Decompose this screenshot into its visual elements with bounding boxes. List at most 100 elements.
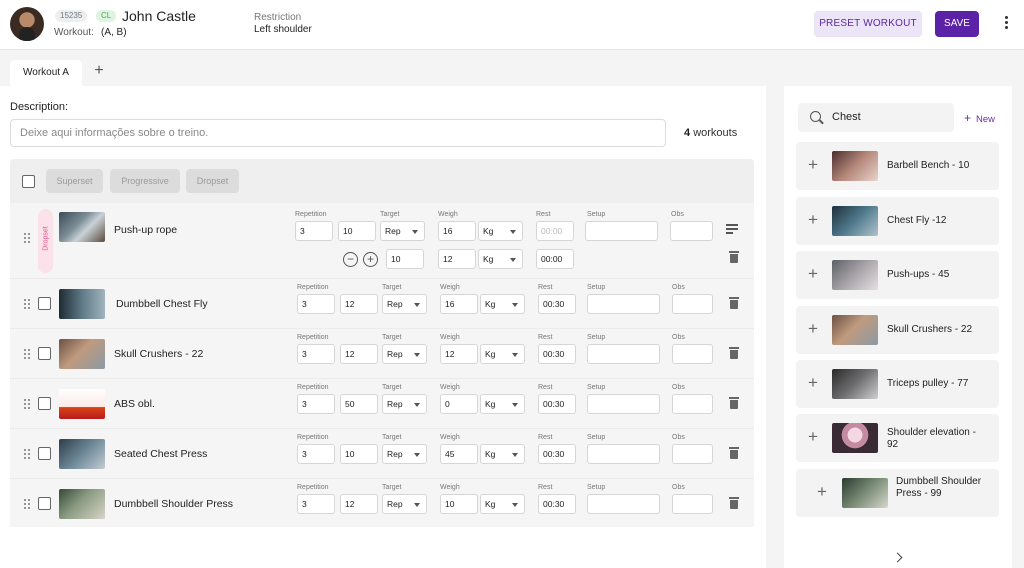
rest-field[interactable]: 00:30 — [538, 444, 576, 464]
row-checkbox[interactable] — [38, 397, 51, 410]
target-select[interactable]: Rep — [382, 344, 427, 364]
add-plus-icon[interactable]: + — [817, 482, 827, 502]
drag-handle-icon[interactable] — [24, 349, 30, 359]
unit-select[interactable]: Kg — [480, 394, 525, 414]
unit-select[interactable]: Kg — [480, 294, 525, 314]
description-input[interactable]: Deixe aqui informações sobre o treino. — [10, 119, 666, 147]
reps-field[interactable]: 12 — [340, 294, 378, 314]
target-select[interactable]: Rep — [382, 394, 427, 414]
sets-field[interactable]: 3 — [297, 494, 335, 514]
row-checkbox[interactable] — [38, 347, 51, 360]
setup-field[interactable] — [587, 444, 660, 464]
drag-handle-icon[interactable] — [24, 299, 30, 309]
sets-field[interactable]: 3 — [297, 294, 335, 314]
add-plus-icon[interactable]: + — [808, 373, 818, 393]
drag-handle-icon[interactable] — [24, 449, 30, 459]
rest-field[interactable]: 00:30 — [538, 494, 576, 514]
kebab-menu-icon[interactable] — [999, 15, 1013, 33]
row-checkbox[interactable] — [38, 447, 51, 460]
drop-rest-field[interactable]: 00:00 — [536, 249, 574, 269]
unit-select[interactable]: Kg — [480, 494, 525, 514]
obs-field[interactable] — [672, 394, 713, 414]
select-all-checkbox[interactable] — [22, 175, 35, 188]
sets-field[interactable]: 3 — [295, 221, 333, 241]
trash-icon[interactable] — [729, 397, 739, 409]
trash-icon[interactable] — [729, 297, 739, 309]
obs-field[interactable] — [670, 221, 713, 241]
add-plus-icon[interactable]: + — [808, 264, 818, 284]
weight-field[interactable]: 10 — [440, 494, 478, 514]
target-select[interactable]: Rep — [382, 444, 427, 464]
target-select[interactable]: Rep — [380, 221, 425, 241]
preset-workout-button[interactable]: PRESET WORKOUT — [814, 11, 922, 37]
target-select[interactable]: Rep — [382, 294, 427, 314]
add-plus-icon[interactable]: + — [808, 155, 818, 175]
weight-field[interactable]: 0 — [440, 394, 478, 414]
weight-field[interactable]: 45 — [440, 444, 478, 464]
client-avatar[interactable] — [10, 7, 44, 41]
remove-drop-icon[interactable]: − — [343, 252, 358, 267]
drop-reps-field[interactable]: 10 — [386, 249, 424, 269]
superset-button[interactable]: Superset — [46, 169, 103, 193]
trash-icon[interactable] — [729, 347, 739, 359]
obs-field[interactable] — [672, 444, 713, 464]
drag-handle-icon[interactable] — [24, 499, 30, 509]
library-search-input[interactable]: Chest — [798, 103, 954, 132]
library-item[interactable]: + Dumbbell Shoulder Press - 99 — [796, 469, 999, 517]
trash-icon[interactable] — [729, 497, 739, 509]
chevron-right-icon[interactable] — [892, 552, 903, 563]
unit-select[interactable]: Kg — [478, 221, 523, 241]
rest-field[interactable]: 00:30 — [538, 394, 576, 414]
new-exercise-button[interactable]: + New — [964, 111, 995, 125]
drag-handle-icon[interactable] — [24, 233, 30, 243]
library-item[interactable]: + Shoulder elevation - 92 — [796, 414, 999, 462]
trash-icon[interactable] — [729, 447, 739, 459]
rest-field[interactable]: 00:30 — [538, 294, 576, 314]
setup-field[interactable] — [587, 394, 660, 414]
trash-icon[interactable] — [729, 251, 739, 263]
clear-dropset-icon[interactable] — [726, 224, 742, 236]
library-item[interactable]: + Chest Fly -12 — [796, 197, 999, 245]
target-select[interactable]: Rep — [382, 494, 427, 514]
obs-field[interactable] — [672, 494, 713, 514]
weight-field[interactable]: 16 — [440, 294, 478, 314]
tab-workout-a[interactable]: Workout A — [10, 60, 82, 86]
drop-weight-field[interactable]: 12 — [438, 249, 476, 269]
drag-handle-icon[interactable] — [24, 399, 30, 409]
weight-field[interactable]: 12 — [440, 344, 478, 364]
add-drop-icon[interactable]: + — [363, 252, 378, 267]
row-checkbox[interactable] — [38, 297, 51, 310]
library-item[interactable]: + Push-ups - 45 — [796, 251, 999, 299]
library-item[interactable]: + Triceps pulley - 77 — [796, 360, 999, 408]
setup-field[interactable] — [587, 294, 660, 314]
reps-field[interactable]: 12 — [340, 344, 378, 364]
setup-field[interactable] — [587, 494, 660, 514]
weight-field[interactable]: 16 — [438, 221, 476, 241]
obs-field[interactable] — [672, 344, 713, 364]
add-tab-plus-icon[interactable]: + — [90, 62, 108, 80]
add-plus-icon[interactable]: + — [808, 427, 818, 447]
setup-field[interactable] — [585, 221, 658, 241]
dropset-button[interactable]: Dropset — [186, 169, 239, 193]
unit-select[interactable]: Kg — [480, 344, 525, 364]
library-item[interactable]: + Barbell Bench - 10 — [796, 142, 999, 190]
sets-field[interactable]: 3 — [297, 394, 335, 414]
unit-select[interactable]: Kg — [480, 444, 525, 464]
reps-field[interactable]: 10 — [340, 444, 378, 464]
reps-field[interactable]: 10 — [338, 221, 376, 241]
add-plus-icon[interactable]: + — [808, 319, 818, 339]
rest-field[interactable]: 00:00 — [536, 221, 574, 241]
sets-field[interactable]: 3 — [297, 344, 335, 364]
reps-field[interactable]: 50 — [340, 394, 378, 414]
progressive-button[interactable]: Progressive — [110, 169, 180, 193]
row-checkbox[interactable] — [38, 497, 51, 510]
sets-field[interactable]: 3 — [297, 444, 335, 464]
drop-unit-select[interactable]: Kg — [478, 249, 523, 269]
reps-field[interactable]: 12 — [340, 494, 378, 514]
setup-field[interactable] — [587, 344, 660, 364]
obs-field[interactable] — [672, 294, 713, 314]
save-button[interactable]: SAVE — [935, 11, 979, 37]
library-item[interactable]: + Skull Crushers - 22 — [796, 306, 999, 354]
add-plus-icon[interactable]: + — [808, 210, 818, 230]
rest-field[interactable]: 00:30 — [538, 344, 576, 364]
